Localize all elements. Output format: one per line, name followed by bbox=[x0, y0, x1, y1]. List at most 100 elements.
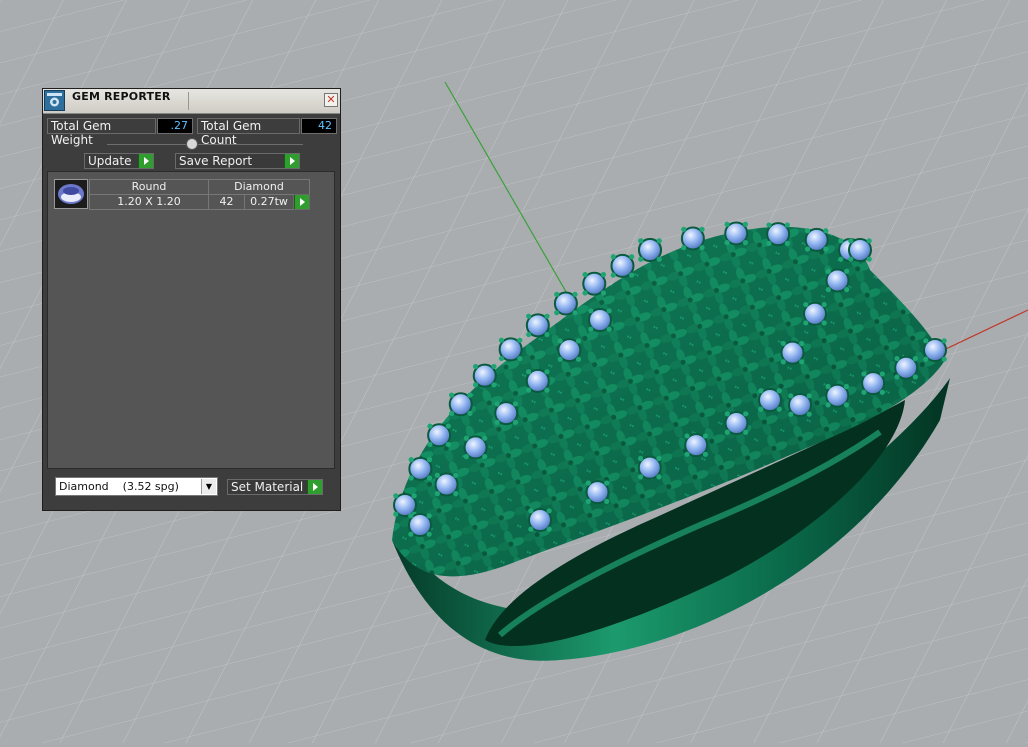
prong bbox=[784, 240, 790, 246]
prong bbox=[434, 472, 440, 478]
prong bbox=[825, 402, 831, 408]
prong bbox=[844, 287, 850, 293]
prong bbox=[776, 388, 782, 394]
prong bbox=[941, 356, 947, 362]
prong bbox=[393, 511, 399, 517]
gem-reporter-icon bbox=[44, 90, 65, 111]
prong bbox=[445, 441, 451, 448]
prong bbox=[941, 338, 947, 344]
prong bbox=[743, 429, 749, 435]
prong bbox=[637, 455, 644, 462]
prong bbox=[912, 374, 918, 380]
prong bbox=[681, 226, 687, 232]
prong bbox=[629, 272, 635, 278]
prong bbox=[724, 221, 730, 227]
prong bbox=[848, 256, 854, 262]
prong bbox=[582, 290, 588, 296]
prong bbox=[684, 433, 690, 439]
prong bbox=[498, 337, 505, 343]
prong bbox=[799, 340, 805, 347]
total-gem-weight-value: .27 bbox=[157, 118, 193, 134]
set-material-label: Set Material bbox=[231, 480, 304, 494]
prong bbox=[784, 222, 790, 228]
prong bbox=[637, 474, 644, 480]
prong bbox=[427, 423, 433, 429]
prong bbox=[776, 406, 782, 412]
save-report-button[interactable]: Save Report bbox=[175, 153, 300, 169]
prong bbox=[766, 222, 772, 228]
prong bbox=[411, 493, 417, 499]
prong bbox=[861, 389, 867, 395]
total-gem-weight-label: Total Gem Weight bbox=[51, 119, 112, 147]
prong bbox=[606, 326, 612, 332]
prong bbox=[604, 498, 610, 504]
prong bbox=[482, 435, 488, 441]
prong bbox=[923, 356, 929, 362]
play-arrow-icon bbox=[294, 195, 309, 209]
prong bbox=[821, 301, 827, 308]
gem-count-cell: 42 bbox=[208, 194, 245, 210]
prong bbox=[656, 455, 662, 462]
close-icon[interactable]: ✕ bbox=[324, 93, 338, 107]
play-arrow-icon bbox=[138, 154, 153, 168]
gem-material-header: Diamond bbox=[208, 179, 310, 195]
panel-resize-handle[interactable] bbox=[186, 138, 198, 150]
prong bbox=[724, 429, 730, 435]
total-gem-count-value: 42 bbox=[301, 118, 337, 134]
prong bbox=[498, 355, 505, 362]
prong bbox=[804, 228, 811, 234]
prong bbox=[408, 475, 414, 481]
material-dropdown[interactable]: Diamond (3.52 spg) ▼ bbox=[55, 477, 218, 496]
prong bbox=[758, 388, 764, 394]
prong bbox=[544, 369, 550, 375]
prong bbox=[512, 401, 519, 407]
update-button[interactable]: Update bbox=[84, 153, 154, 169]
panel-resize-track bbox=[107, 144, 303, 145]
prong bbox=[472, 382, 479, 388]
prong bbox=[554, 310, 560, 316]
prong bbox=[546, 508, 552, 514]
prong bbox=[554, 291, 560, 297]
prong bbox=[544, 387, 550, 393]
material-dropdown-value: Diamond (3.52 spg) bbox=[59, 480, 179, 493]
prong bbox=[463, 435, 469, 441]
prong bbox=[866, 238, 872, 244]
prong bbox=[806, 411, 812, 417]
prong bbox=[588, 308, 594, 314]
prong bbox=[467, 410, 473, 417]
prong bbox=[843, 383, 850, 390]
prong bbox=[702, 433, 709, 439]
prong bbox=[684, 451, 690, 457]
title-divider bbox=[188, 92, 189, 110]
prong bbox=[528, 508, 534, 514]
gem-list: Round Diamond 1.20 X 1.20 42 0.27tw bbox=[47, 171, 335, 469]
prong bbox=[848, 238, 854, 244]
prong bbox=[467, 392, 473, 398]
prong bbox=[803, 301, 809, 308]
set-material-button[interactable]: Set Material bbox=[227, 479, 323, 495]
prong bbox=[494, 419, 500, 425]
prong bbox=[525, 369, 532, 375]
prong bbox=[825, 268, 831, 274]
prong bbox=[788, 411, 794, 417]
prong bbox=[544, 313, 550, 319]
prong bbox=[585, 498, 591, 504]
prong bbox=[699, 245, 705, 251]
prong bbox=[629, 254, 635, 260]
total-gem-weight-label-box: Total Gem Weight bbox=[47, 118, 156, 147]
prong bbox=[780, 340, 786, 347]
gem-row-select-button[interactable] bbox=[293, 194, 310, 210]
prong bbox=[585, 480, 591, 486]
prong bbox=[803, 320, 809, 326]
gem-shape-header: Round bbox=[89, 179, 209, 195]
round-gem-icon bbox=[54, 179, 88, 209]
prong bbox=[825, 383, 831, 390]
prong bbox=[448, 410, 455, 417]
prong bbox=[426, 513, 432, 519]
prong bbox=[799, 359, 805, 365]
prong bbox=[656, 474, 662, 480]
prong bbox=[724, 411, 730, 417]
panel-titlebar[interactable]: GEM REPORTER ✕ bbox=[43, 89, 340, 114]
prong bbox=[517, 337, 523, 343]
prong bbox=[575, 338, 582, 344]
